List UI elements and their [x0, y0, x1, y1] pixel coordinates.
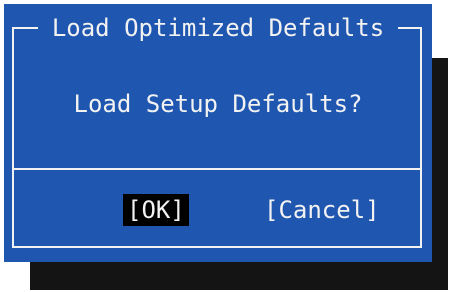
dialog-message: Load Setup Defaults? [73, 90, 363, 118]
ok-button[interactable]: [OK] [123, 194, 189, 226]
cancel-button[interactable]: [Cancel] [260, 194, 384, 226]
screen: Load Optimized Defaults Load Setup Defau… [0, 0, 450, 292]
dialog-title: Load Optimized Defaults [37, 14, 399, 42]
dialog-separator [12, 168, 422, 170]
dialog-border-right [420, 27, 422, 248]
load-defaults-dialog: Load Optimized Defaults Load Setup Defau… [4, 4, 432, 262]
dialog-border-left [12, 27, 14, 248]
dialog-border-bottom [12, 246, 422, 248]
dialog-title-container: Load Optimized Defaults [4, 12, 432, 44]
